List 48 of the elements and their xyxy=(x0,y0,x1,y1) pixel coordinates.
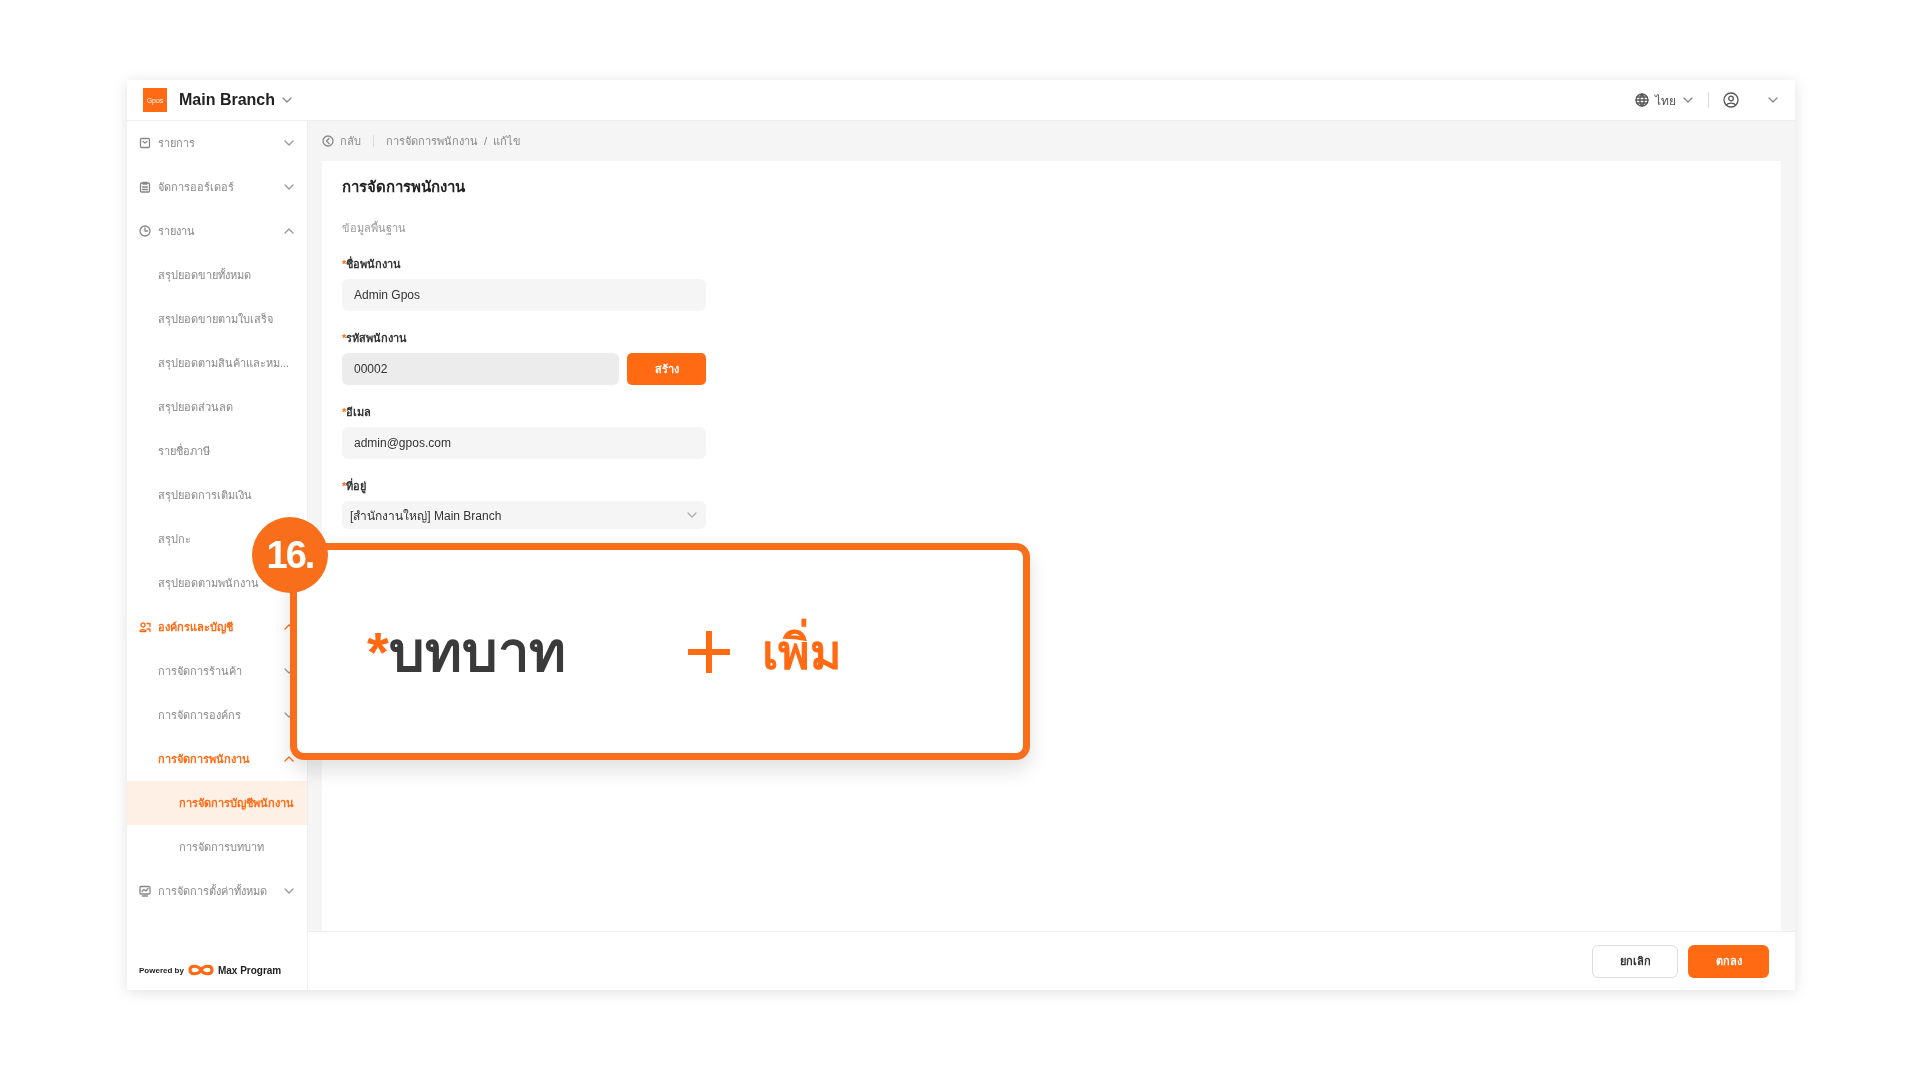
receipt-icon xyxy=(139,137,151,149)
form-title: การจัดการพนักงาน xyxy=(342,177,466,197)
language-selector[interactable]: ไทย xyxy=(1655,90,1676,110)
field-label: *รหัสพนักงาน xyxy=(342,331,409,346)
add-text[interactable]: เพิ่ม xyxy=(761,613,842,690)
plus-icon xyxy=(685,628,732,675)
cancel-button[interactable]: ยกเลิก xyxy=(1592,944,1678,978)
callout-label: *บทบาท xyxy=(367,619,566,685)
sidebar-item[interactable]: สรุปยอดการเติมเงิน xyxy=(127,473,307,517)
select-field[interactable]: [สำนักงานใหญ่] Main Branch xyxy=(342,501,706,529)
back-icon xyxy=(322,135,334,147)
input-field[interactable]: Admin Gpos xyxy=(342,279,706,311)
sidebar-item[interactable]: สรุปยอดตามสินค้าและหม... xyxy=(127,341,307,385)
generate-button[interactable]: สร้าง xyxy=(627,353,706,385)
clock-icon xyxy=(139,225,151,237)
back-link[interactable]: กลับ xyxy=(340,132,361,150)
sidebar-item[interactable]: การจัดการบทบาท xyxy=(127,825,307,869)
sidebar-item[interactable]: การจัดการพนักงาน xyxy=(127,737,307,781)
section-label: ข้อมูลพื้นฐาน xyxy=(342,220,407,237)
sidebar-item[interactable]: องค์กรและบัญชี xyxy=(127,605,307,649)
sidebar-item[interactable]: รายงาน xyxy=(127,209,307,253)
brand-name: Max Program xyxy=(217,964,282,976)
sidebar-item[interactable]: รายชื่อภาษี xyxy=(127,429,307,473)
input-field[interactable]: admin@gpos.com xyxy=(342,427,706,459)
field-label: *ที่อยู่ xyxy=(342,477,368,495)
users-icon xyxy=(139,621,151,633)
infinity-logo-icon xyxy=(187,963,214,977)
monitor-icon xyxy=(139,885,151,897)
sidebar-item[interactable]: จัดการออร์เดอร์ xyxy=(127,165,307,209)
breadcrumb-item: แก้ไข xyxy=(493,134,522,149)
ok-button[interactable]: ตกลง xyxy=(1688,944,1769,978)
field-label: *ชื่อพนักงาน xyxy=(342,255,403,272)
sidebar-item[interactable]: รายการ xyxy=(127,121,307,165)
sidebar-item[interactable]: การจัดการบัญชีพนักงาน xyxy=(127,781,307,825)
sidebar-item[interactable]: สรุปยอดส่วนลด xyxy=(127,385,307,429)
sidebar-item[interactable]: สรุปยอดขายตามใบเสร็จ xyxy=(127,297,307,341)
breadcrumb-separator: / xyxy=(484,135,488,147)
breadcrumb-item[interactable]: การจัดการพนักงาน xyxy=(386,132,478,150)
sidebar-item[interactable]: สรุปยอดขายทั้งหมด xyxy=(127,253,307,297)
field-label: *อีเมล xyxy=(342,405,373,420)
sidebar-item[interactable]: การจัดการตั้งค่าทั้งหมด xyxy=(127,869,307,913)
clipboard-icon xyxy=(139,181,151,193)
powered-by-text: Powered by xyxy=(139,965,184,975)
input-field[interactable]: 00002 xyxy=(342,353,619,385)
branch-name[interactable]: Main Branch xyxy=(179,91,275,109)
user-icon xyxy=(1723,92,1739,108)
select-value: [สำนักงานใหญ่] Main Branch xyxy=(350,507,502,525)
globe-icon xyxy=(1635,93,1649,107)
